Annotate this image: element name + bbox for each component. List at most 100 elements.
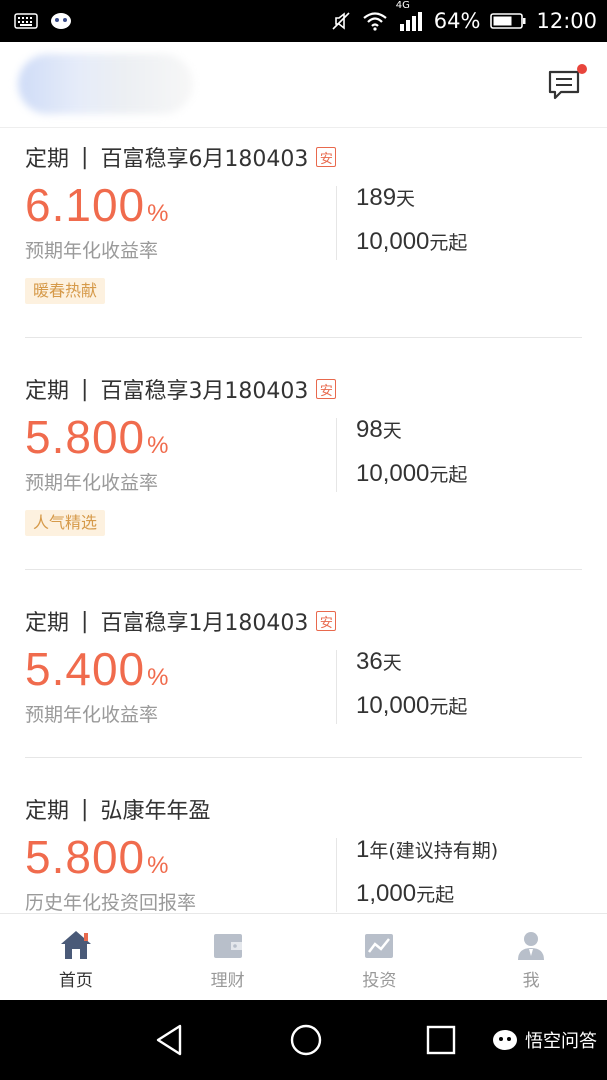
- min-amount: 10,000元起: [356, 460, 467, 488]
- title-divider: |: [81, 796, 89, 822]
- term: 1年(建议持有期): [356, 836, 498, 864]
- rate-label: 预期年化收益率: [25, 704, 159, 726]
- min-amount-unit: 元起: [416, 884, 455, 906]
- term-value: 36: [356, 648, 383, 675]
- product-card[interactable]: 定期 | 百富稳享3月180403 安 5.800% 预期年化收益率 98天 1…: [0, 360, 607, 570]
- rate-number: 5.800: [25, 411, 146, 463]
- message-icon: [548, 70, 580, 100]
- min-amount-unit: 元起: [429, 464, 468, 486]
- min-amount-value: 10,000: [356, 692, 430, 719]
- circle-home-icon: [290, 1024, 322, 1056]
- term-unit: 天: [382, 652, 402, 674]
- signal-icon: 4G: [396, 0, 424, 32]
- promo-tag: 暖春热献: [25, 278, 106, 304]
- recents-icon: [426, 1025, 456, 1055]
- term: 36天: [356, 648, 402, 676]
- product-title: 定期 | 弘康年年盈: [25, 793, 210, 825]
- battery-percent: 64%: [433, 9, 481, 33]
- unread-dot: [577, 64, 587, 74]
- product-card[interactable]: 定期 | 百富稳享1月180403 安 5.400% 预期年化收益率 36天 1…: [0, 592, 607, 757]
- product-name: 百富稳享3月180403: [100, 379, 309, 404]
- min-amount-value: 10,000: [356, 228, 430, 255]
- watermark-logo-icon: [493, 1030, 517, 1050]
- promo-tag: 人气精选: [25, 510, 106, 536]
- product-list[interactable]: 定期 | 百富稳享6月180403 安 6.100% 预期年化收益率 189天 …: [0, 128, 607, 913]
- card-separator: [25, 757, 582, 758]
- message-button[interactable]: [547, 64, 587, 104]
- title-divider: |: [81, 376, 89, 402]
- product-title: 定期 | 百富稳享3月180403 安: [25, 373, 337, 405]
- safe-badge: 安: [316, 147, 337, 167]
- clock: 12:00: [536, 9, 597, 33]
- notification-app-icon: [50, 12, 72, 30]
- product-card[interactable]: 定期 | 弘康年年盈 5.800% 历史年化投资回报率 1年(建议持有期) 1,…: [0, 780, 607, 914]
- back-button[interactable]: [152, 1020, 188, 1064]
- home-icon: [60, 931, 91, 959]
- tab-wealth[interactable]: 理财: [152, 914, 304, 1000]
- card-separator: [25, 337, 582, 338]
- status-bar: 4G 64% 12:00: [0, 0, 607, 42]
- min-amount: 10,000元起: [356, 228, 467, 256]
- tab-me[interactable]: 我: [455, 914, 607, 1000]
- keyboard-icon: [14, 13, 38, 29]
- rate-value: 5.800%: [25, 830, 168, 884]
- column-divider: [336, 418, 337, 492]
- blurred-logo: [18, 54, 193, 114]
- term-unit: 年(建议持有期): [369, 840, 499, 862]
- user-icon: [518, 932, 545, 960]
- tab-label: 首页: [58, 971, 93, 991]
- title-divider: |: [81, 144, 89, 170]
- tab-label: 理财: [210, 971, 245, 991]
- min-amount-value: 1,000: [356, 880, 417, 907]
- rate-number: 6.100: [25, 179, 146, 231]
- watermark-text: 悟空问答: [525, 1031, 597, 1052]
- tab-invest[interactable]: 投资: [304, 914, 456, 1000]
- term-value: 189: [356, 184, 397, 211]
- app-header: [0, 42, 607, 128]
- product-type: 定期: [25, 611, 70, 636]
- product-type: 定期: [25, 147, 70, 172]
- back-icon: [156, 1024, 182, 1056]
- rate-unit: %: [147, 852, 169, 879]
- recents-button[interactable]: [422, 1020, 458, 1064]
- min-amount-value: 10,000: [356, 460, 430, 487]
- column-divider: [336, 186, 337, 260]
- battery-icon: [490, 11, 526, 31]
- term-value: 98: [356, 416, 383, 443]
- rate-number: 5.400: [25, 643, 146, 695]
- wallet-icon: [213, 934, 242, 958]
- system-nav-bar: 悟空问答: [0, 1000, 607, 1080]
- bottom-tab-bar: 首页 理财 投资 我: [0, 913, 607, 1000]
- home-nav-button[interactable]: [286, 1020, 326, 1064]
- term: 189天: [356, 184, 415, 212]
- chart-icon: [365, 934, 394, 958]
- term: 98天: [356, 416, 402, 444]
- product-name: 百富稳享6月180403: [100, 147, 309, 172]
- product-card[interactable]: 定期 | 百富稳享6月180403 安 6.100% 预期年化收益率 189天 …: [0, 128, 607, 338]
- term-unit: 天: [382, 420, 402, 442]
- mute-icon: [330, 10, 352, 32]
- term-unit: 天: [396, 188, 416, 210]
- tab-home[interactable]: 首页: [0, 914, 152, 1000]
- product-type: 定期: [25, 799, 70, 824]
- rate-number: 5.800: [25, 831, 146, 883]
- product-title: 定期 | 百富稳享1月180403 安: [25, 605, 337, 637]
- rate-unit: %: [147, 432, 169, 459]
- safe-badge: 安: [316, 611, 337, 631]
- wifi-icon: [362, 11, 388, 31]
- rate-value: 5.400%: [25, 642, 168, 696]
- network-type: 4G: [395, 0, 410, 11]
- product-name: 弘康年年盈: [100, 799, 211, 824]
- rate-unit: %: [147, 200, 169, 227]
- rate-label: 预期年化收益率: [25, 472, 159, 494]
- rate-label: 历史年化投资回报率: [25, 892, 197, 913]
- title-divider: |: [81, 608, 89, 634]
- min-amount: 1,000元起: [356, 880, 454, 908]
- rate-unit: %: [147, 664, 169, 691]
- term-value: 1: [356, 836, 370, 863]
- safe-badge: 安: [316, 379, 337, 399]
- product-title: 定期 | 百富稳享6月180403 安: [25, 141, 337, 173]
- column-divider: [336, 838, 337, 912]
- product-type: 定期: [25, 379, 70, 404]
- watermark: 悟空问答: [491, 1027, 597, 1053]
